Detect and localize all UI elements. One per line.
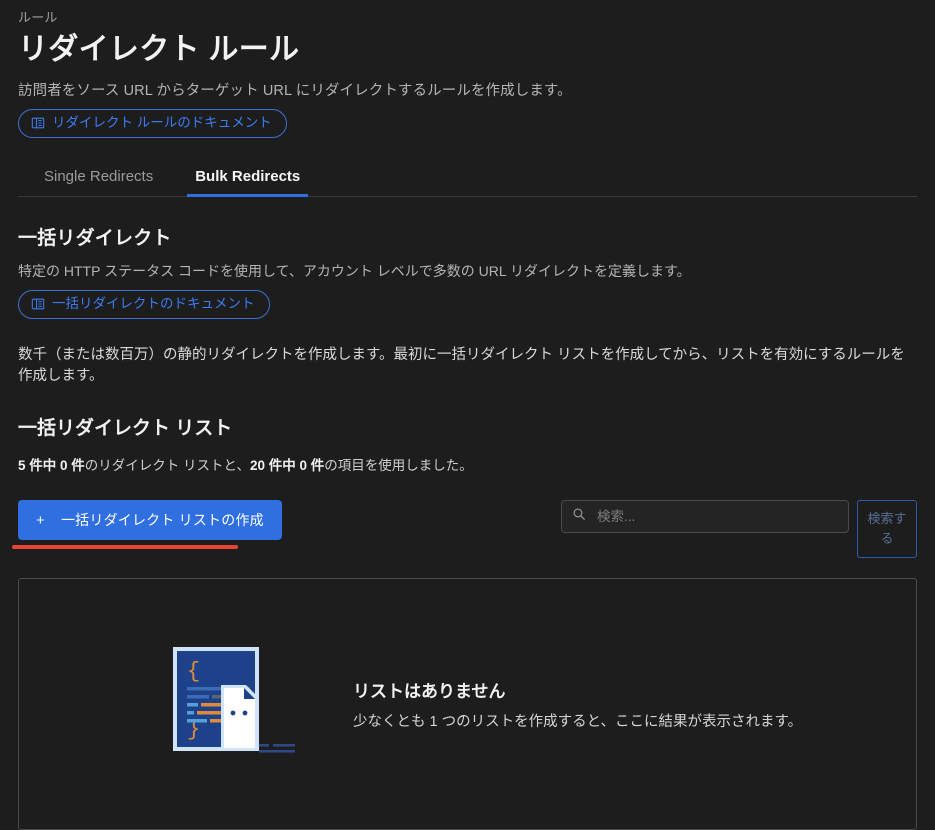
create-button-wrapper: + 一括リダイレクト リストの作成	[12, 500, 282, 550]
empty-state-card: { } リストはありません 少なくとも 1 つのリストを作成すると、ここに結果が…	[18, 578, 917, 830]
highlight-underline	[12, 545, 238, 550]
usage-middle-text: のリダイレクト リストと、	[84, 458, 250, 474]
redirect-rules-docs-link[interactable]: リダイレクト ルールのドキュメント	[18, 109, 287, 139]
breadcrumb: ルール	[18, 10, 58, 25]
tab-bulk-redirects[interactable]: Bulk Redirects	[187, 162, 309, 198]
create-button-label: 一括リダイレクト リストの作成	[60, 512, 264, 529]
create-bulk-redirect-list-button[interactable]: + 一括リダイレクト リストの作成	[18, 500, 282, 541]
search-input[interactable]	[595, 508, 838, 526]
bulk-redirect-docs-link[interactable]: 一括リダイレクトのドキュメント	[18, 290, 270, 320]
tab-single-redirects[interactable]: Single Redirects	[36, 162, 161, 197]
page-title: リダイレクト ルール	[18, 33, 300, 66]
book-icon	[31, 297, 45, 311]
tab-bar: Single Redirects Bulk Redirects	[18, 162, 917, 198]
empty-state-title: リストはありません	[353, 682, 506, 702]
redirect-rules-docs-label: リダイレクト ルールのドキュメント	[52, 115, 272, 130]
page-description: 訪問者をソース URL からターゲット URL にリダイレクトするルールを作成し…	[18, 83, 572, 99]
redirect-rules-page: ルール リダイレクト ルール 訪問者をソース URL からターゲット URL に…	[0, 0, 935, 830]
search-box[interactable]	[561, 500, 849, 534]
usage-items-count: 20 件中 0 件	[250, 458, 325, 474]
plus-icon: +	[36, 511, 45, 529]
usage-summary: 5 件中 0 件のリダイレクト リストと、20 件中 0 件の項目を使用しました…	[18, 454, 917, 474]
bulk-section-description: 特定の HTTP ステータス コードを使用して、アカウント レベルで多数の UR…	[18, 263, 691, 280]
book-icon	[31, 116, 45, 130]
search-icon	[572, 507, 586, 526]
empty-state-subtitle: 少なくとも 1 つのリストを作成すると、ここに結果が表示されます。	[353, 714, 803, 731]
usage-lists-count: 5 件中 0 件	[18, 458, 85, 474]
empty-list-illustration: { }	[169, 643, 319, 766]
svg-text:{: {	[187, 659, 200, 684]
bulk-section-title: 一括リダイレクト	[18, 228, 172, 250]
empty-state-text: リストはありません 少なくとも 1 つのリストを作成すると、ここに結果が表示され…	[353, 677, 802, 731]
bulk-section-body: 数千（または数百万）の静的リダイレクトを作成します。最初に一括リダイレクト リス…	[18, 347, 905, 385]
bulk-redirect-docs-label: 一括リダイレクトのドキュメント	[52, 296, 255, 312]
usage-tail-text: の項目を使用しました。	[324, 458, 473, 474]
search-group: 検索する	[561, 500, 917, 559]
search-button[interactable]: 検索する	[857, 500, 917, 559]
action-row: + 一括リダイレクト リストの作成 検索する	[12, 500, 917, 560]
list-section-title: 一括リダイレクト リスト	[18, 418, 233, 440]
